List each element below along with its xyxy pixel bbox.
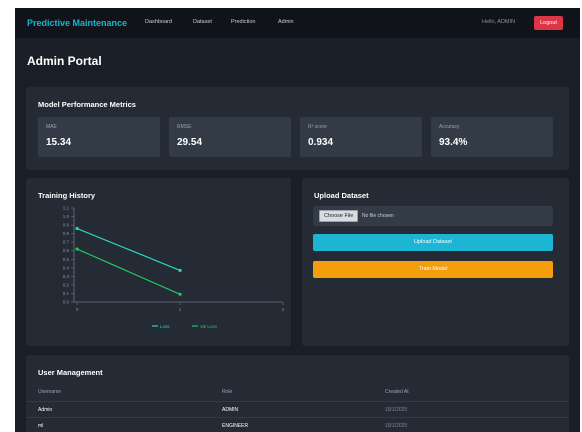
train-model-button[interactable]: Train Model bbox=[313, 261, 553, 278]
y-tick-label: 0.3 bbox=[63, 274, 70, 279]
user-management-title: User Management bbox=[38, 368, 103, 377]
table-row[interactable]: Admin ADMIN 16/1/2025 bbox=[26, 401, 569, 417]
upload-panel: Upload Dataset Choose File No file chose… bbox=[302, 178, 569, 346]
top-navbar: Predictive Maintenance Dashboard Dataset… bbox=[15, 8, 580, 38]
data-point-1 bbox=[178, 292, 182, 296]
y-tick-label: 0.6 bbox=[63, 248, 70, 253]
cell-created: 16/1/2025 bbox=[385, 407, 408, 413]
y-tick-label: 0.4 bbox=[63, 265, 70, 270]
cell-username: Admin bbox=[38, 407, 53, 413]
nav-link-dashboard[interactable]: Dashboard bbox=[145, 19, 172, 25]
metric-card-r2: R² score 0.934 bbox=[300, 117, 422, 157]
file-input[interactable]: Choose File No file chosen bbox=[313, 206, 553, 226]
upload-dataset-button[interactable]: Upload Dataset bbox=[313, 234, 553, 251]
y-tick-label: 0.5 bbox=[63, 257, 70, 262]
x-tick-label: 0 bbox=[76, 307, 79, 312]
upload-title: Upload Dataset bbox=[314, 191, 369, 200]
metrics-panel: Model Performance Metrics MAE 15.34 RMSE… bbox=[26, 87, 569, 170]
cell-role: ADMIN bbox=[222, 407, 239, 413]
y-tick-label: 0.1 bbox=[63, 291, 70, 296]
data-point-0 bbox=[178, 268, 182, 272]
app-window: Predictive Maintenance Dashboard Dataset… bbox=[15, 8, 580, 432]
metrics-title: Model Performance Metrics bbox=[38, 100, 136, 109]
metric-value: 0.934 bbox=[308, 137, 334, 148]
cell-created: 16/1/2025 bbox=[385, 423, 408, 429]
column-header-created: Created At bbox=[385, 389, 409, 395]
y-tick-label: 1.1 bbox=[63, 206, 70, 211]
cell-role: ENGINEER bbox=[222, 423, 249, 429]
training-history-chart: 0.0 0.1 0.2 0.3 0.4 0.5 0.6 0.7 0.8 0.9 1.0 1.1 0 1 2 L… bbox=[63, 206, 285, 330]
table-row[interactable]: ml ENGINEER 16/1/2025 bbox=[26, 417, 569, 432]
legend-label: Loss bbox=[160, 324, 170, 329]
user-management-panel: User Management Username Role Created At… bbox=[26, 355, 569, 432]
nav-link-prediction[interactable]: Prediction bbox=[231, 19, 255, 25]
y-tick-label: 1.0 bbox=[63, 214, 70, 219]
brand-logo[interactable]: Predictive Maintenance bbox=[27, 18, 127, 28]
data-point-1 bbox=[75, 247, 79, 251]
y-tick-label: 0.0 bbox=[63, 300, 70, 305]
nav-link-dataset[interactable]: Dataset bbox=[193, 19, 212, 25]
y-tick-label: 0.2 bbox=[63, 282, 70, 287]
series-line-0 bbox=[76, 227, 181, 271]
metric-label: MAE bbox=[46, 124, 57, 130]
metric-label: Accuracy bbox=[439, 124, 460, 130]
page-title: Admin Portal bbox=[27, 54, 102, 68]
metric-value: 29.54 bbox=[177, 137, 203, 148]
x-tick-label: 2 bbox=[282, 307, 285, 312]
metric-label: RMSE bbox=[177, 124, 192, 130]
metric-card-mae: MAE 15.34 bbox=[38, 117, 160, 157]
y-tick-label: 0.7 bbox=[63, 240, 70, 245]
series-line-1 bbox=[76, 248, 181, 295]
training-history-panel: Training History 0.0 0.1 0.2 0.3 0.4 0.5 0.6 0.… bbox=[26, 178, 291, 346]
x-tick-label: 1 bbox=[179, 307, 182, 312]
y-tick-label: 0.8 bbox=[63, 231, 70, 236]
metric-card-accuracy: Accuracy 93.4% bbox=[431, 117, 553, 157]
metric-value: 15.34 bbox=[46, 137, 72, 148]
metric-value: 93.4% bbox=[439, 137, 468, 148]
file-status-text: No file chosen bbox=[362, 213, 394, 219]
choose-file-button[interactable]: Choose File bbox=[319, 210, 359, 222]
nav-link-admin[interactable]: Admin bbox=[278, 19, 294, 25]
metric-card-rmse: RMSE 29.54 bbox=[169, 117, 291, 157]
logout-button[interactable]: Logout bbox=[534, 16, 563, 30]
data-point-0 bbox=[75, 226, 79, 231]
y-tick-label: 0.9 bbox=[63, 223, 70, 228]
cell-username: ml bbox=[38, 423, 44, 429]
metric-label: R² score bbox=[308, 124, 327, 130]
column-header-role: Role bbox=[222, 389, 233, 395]
user-greeting: Hello, ADMIN bbox=[482, 19, 516, 25]
legend-label: Val Loss bbox=[200, 324, 218, 329]
column-header-username: Username bbox=[38, 389, 62, 395]
